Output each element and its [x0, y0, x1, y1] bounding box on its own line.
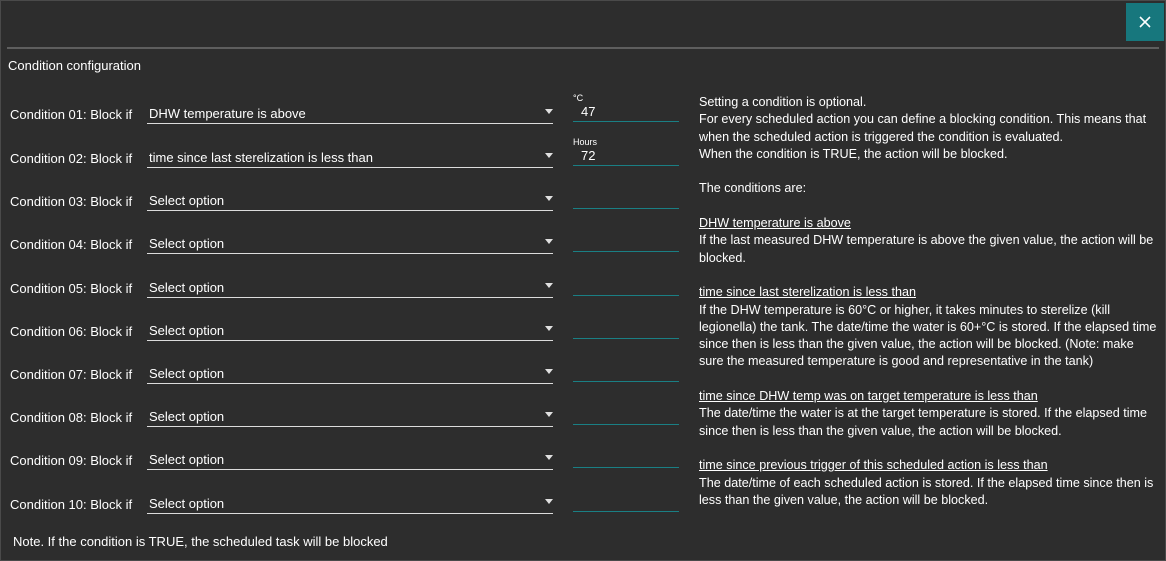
chevron-down-icon: [545, 239, 553, 244]
chevron-down-icon: [545, 283, 553, 288]
close-button[interactable]: [1126, 3, 1164, 41]
chevron-down-icon: [545, 196, 553, 201]
condition-row: Condition 08: Block if Select option: [1, 402, 691, 442]
condition-value-input[interactable]: [573, 439, 679, 468]
condition-label: Condition 09: Block if: [10, 453, 133, 468]
section-title: Condition configuration: [8, 58, 141, 73]
help-item-title: time since last sterelization is less th…: [699, 285, 916, 300]
help-intro: Setting a condition is optional.: [699, 95, 867, 109]
condition-label: Condition 04: Block if: [10, 237, 133, 252]
condition-select[interactable]: Select option: [147, 188, 553, 211]
condition-select-value: Select option: [149, 236, 225, 251]
help-conditions-heading: The conditions are:: [699, 181, 807, 196]
condition-label: Condition 02: Block if: [10, 151, 133, 166]
chevron-down-icon: [545, 499, 553, 504]
condition-row: Condition 09: Block if Select option: [1, 445, 691, 485]
condition-select[interactable]: time since last sterelization is less th…: [147, 145, 553, 168]
unit-label: Hours: [573, 137, 598, 147]
value-text: 47: [581, 104, 596, 119]
condition-select[interactable]: Select option: [147, 361, 553, 384]
chevron-down-icon: [545, 455, 553, 460]
help-intro: When the condition is TRUE, the action w…: [699, 146, 1008, 161]
condition-select[interactable]: Select option: [147, 318, 553, 341]
condition-row: Condition 02: Block if time since last st…: [1, 137, 691, 183]
condition-select[interactable]: Select option: [147, 447, 553, 470]
condition-row: Condition 03: Block if Select option: [1, 186, 691, 226]
condition-row: Condition 06: Block if Select option: [1, 316, 691, 356]
condition-select-value: Select option: [149, 323, 225, 338]
chevron-down-icon: [545, 326, 553, 331]
condition-select[interactable]: Select option: [147, 275, 553, 298]
help-item-title: DHW temperature is above: [699, 216, 851, 231]
condition-value-input[interactable]: [573, 396, 679, 425]
help-intro: For every scheduled action you can defin…: [699, 112, 1147, 144]
condition-value-input[interactable]: [573, 180, 679, 209]
footer-note: Note. If the condition is TRUE, the sche…: [13, 534, 388, 549]
condition-label: Condition 10: Block if: [10, 497, 133, 512]
condition-select-value: Select option: [149, 366, 225, 381]
help-item-text: If the last measured DHW temperature is …: [699, 233, 1154, 265]
condition-row: Condition 05: Block if Select option: [1, 273, 691, 313]
condition-row: Condition 07: Block if Select option: [1, 359, 691, 399]
help-item-text: The date/time the water is at the target…: [699, 406, 1148, 438]
condition-select-value: time since last sterelization is less th…: [149, 150, 373, 165]
help-item-title: time since previous trigger of this sche…: [699, 458, 1048, 473]
condition-select-value: DHW temperature is above: [149, 106, 306, 121]
condition-value-input[interactable]: [573, 310, 679, 339]
condition-label: Condition 07: Block if: [10, 367, 133, 382]
condition-row: Condition 10: Block if Select option: [1, 489, 691, 529]
condition-row: Condition 01: Block if DHW temperature is…: [1, 93, 691, 139]
condition-select[interactable]: Select option: [147, 231, 553, 254]
condition-value-input[interactable]: [573, 353, 679, 382]
condition-select-value: Select option: [149, 409, 225, 424]
help-panel: Setting a condition is optional. For eve…: [699, 94, 1161, 509]
value-text: 72: [581, 148, 596, 163]
condition-value-input[interactable]: °C 47: [573, 93, 679, 122]
condition-dialog: Condition configuration Condition 01: Bl…: [0, 0, 1166, 561]
chevron-down-icon: [545, 153, 553, 158]
condition-select-value: Select option: [149, 496, 225, 511]
condition-value-input[interactable]: Hours 72: [573, 137, 679, 166]
unit-label: °C: [573, 93, 584, 103]
chevron-down-icon: [545, 109, 553, 114]
condition-select[interactable]: Select option: [147, 404, 553, 427]
title-divider: [7, 47, 1159, 49]
help-item-text: The date/time of each scheduled action i…: [699, 475, 1154, 507]
condition-value-input[interactable]: [573, 267, 679, 296]
condition-select-value: Select option: [149, 280, 225, 295]
condition-label: Condition 03: Block if: [10, 194, 133, 209]
condition-label: Condition 08: Block if: [10, 410, 133, 425]
condition-select[interactable]: Select option: [147, 491, 553, 514]
help-item-title: time since DHW temp was on target temper…: [699, 389, 1038, 404]
condition-value-input[interactable]: [573, 223, 679, 252]
condition-value-input[interactable]: [573, 483, 679, 512]
chevron-down-icon: [545, 412, 553, 417]
condition-label: Condition 06: Block if: [10, 324, 133, 339]
condition-row: Condition 04: Block if Select option: [1, 229, 691, 269]
close-icon: [1139, 16, 1151, 28]
condition-label: Condition 01: Block if: [10, 107, 133, 122]
condition-select-value: Select option: [149, 193, 225, 208]
help-item-text: If the DHW temperature is 60°C or higher…: [699, 302, 1157, 369]
condition-select[interactable]: DHW temperature is above: [147, 101, 553, 124]
condition-label: Condition 05: Block if: [10, 281, 133, 296]
condition-select-value: Select option: [149, 452, 225, 467]
chevron-down-icon: [545, 369, 553, 374]
